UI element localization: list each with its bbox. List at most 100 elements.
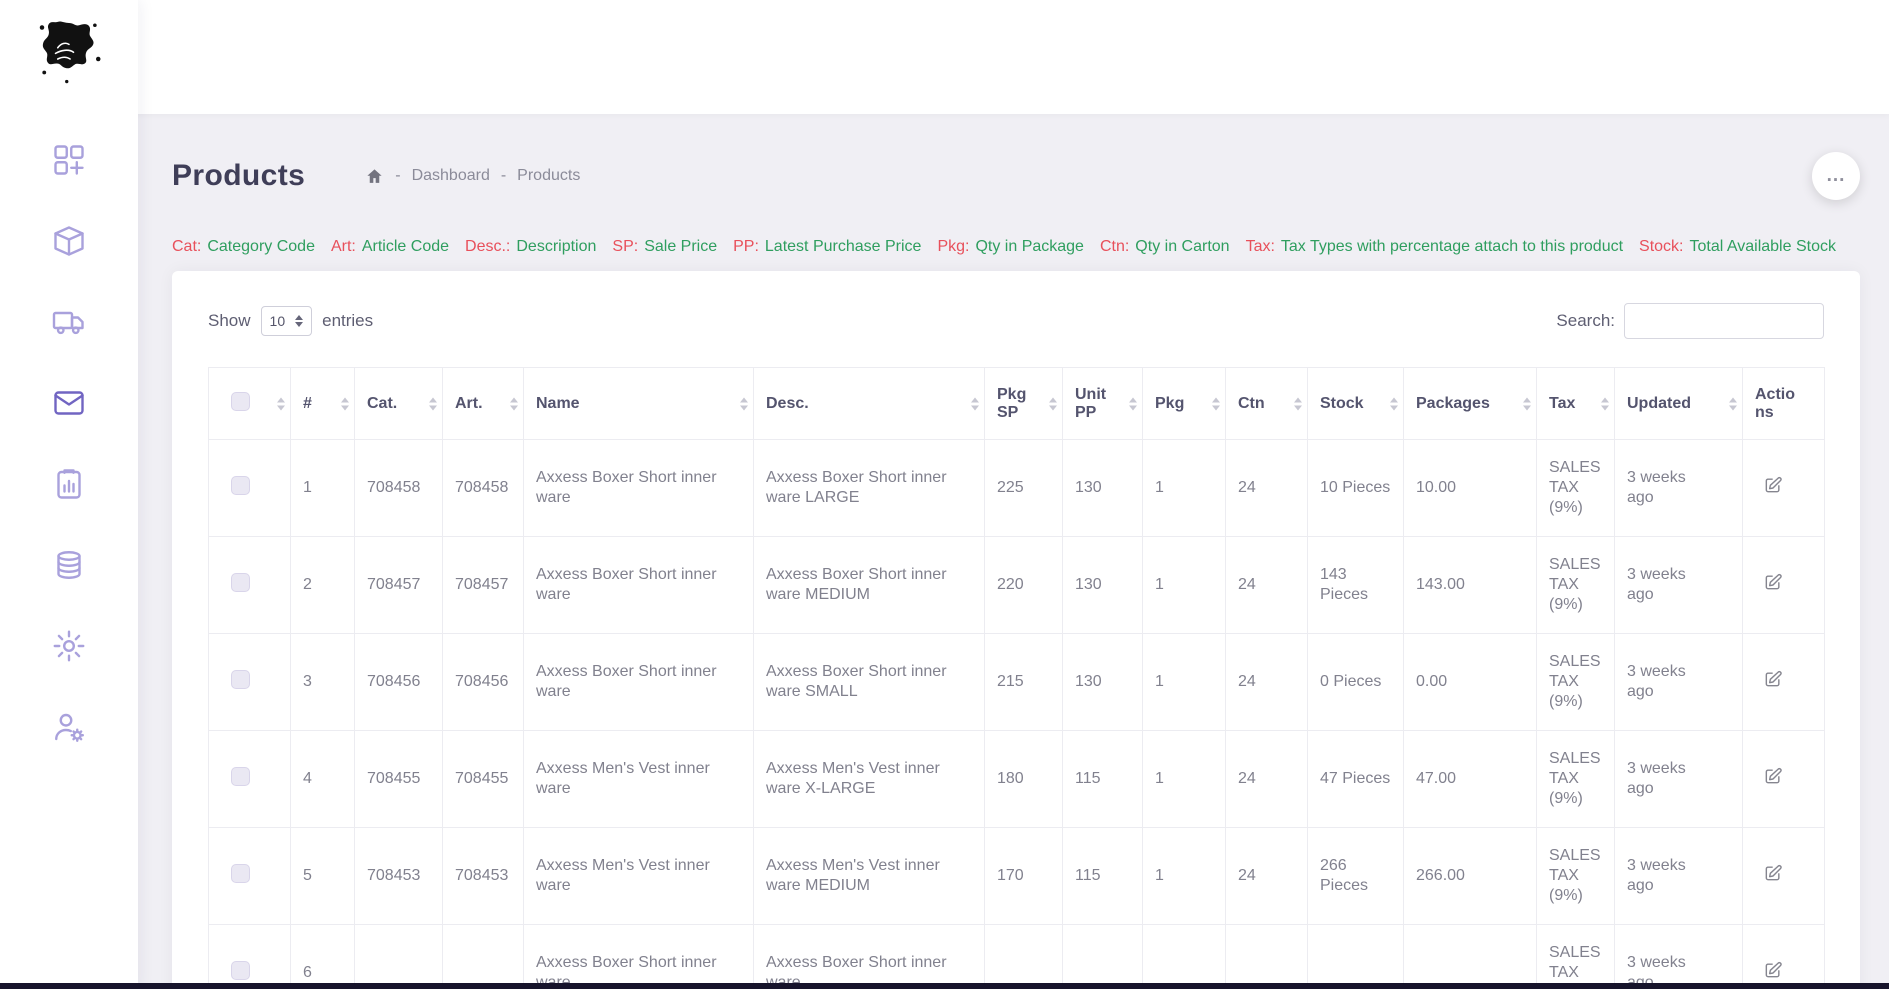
column-header-sel[interactable] [209,368,291,440]
cell-select [209,828,291,925]
column-header-label: Pkg SP [997,386,1026,421]
row-checkbox[interactable] [231,961,250,980]
column-header-label: Actions [1755,386,1795,421]
sidebar-item-user-admin[interactable] [45,703,93,751]
cell-article-code: 708456 [443,634,524,731]
row-checkbox[interactable] [231,670,250,689]
home-icon[interactable] [365,167,384,186]
sidebar-item-inbox[interactable] [45,379,93,427]
entries-control: Show 10 entries [208,306,373,336]
column-header-label: Pkg [1155,395,1184,412]
row-checkbox[interactable] [231,767,250,786]
column-header-unit_pp[interactable]: Unit PP [1063,368,1143,440]
column-header-desc[interactable]: Desc. [754,368,985,440]
edit-row-button[interactable] [1763,572,1783,592]
entries-select[interactable]: 10 [261,306,313,336]
legend-text: Sale Price [644,238,717,255]
breadcrumb-dashboard[interactable]: Dashboard [412,167,490,185]
column-header-stock[interactable]: Stock [1308,368,1404,440]
edit-row-button[interactable] [1763,669,1783,689]
cell-updated: 3 weeks ago [1615,731,1743,828]
column-header-packages[interactable]: Packages [1404,368,1537,440]
table-row: 6 Axxess Boxer Short inner ware Axxess B… [209,925,1825,989]
breadcrumb-products[interactable]: Products [517,167,580,185]
cell-number: 5 [291,828,355,925]
sidebar-item-dashboard[interactable] [45,136,93,184]
row-checkbox[interactable] [231,864,250,883]
cell-ctn: 24 [1226,731,1308,828]
cell-pkg: 1 [1143,537,1226,634]
column-header-art[interactable]: Art. [443,368,524,440]
legend-text: Total Available Stock [1690,238,1836,255]
cell-packages: 10.00 [1404,440,1537,537]
cell-stock: 266 Pieces [1308,828,1404,925]
cell-ctn: 24 [1226,537,1308,634]
cell-select [209,440,291,537]
entries-label: entries [322,311,373,331]
sort-icon [510,397,518,410]
cell-unit-pp: 115 [1063,731,1143,828]
sort-icon [1523,397,1531,410]
cell-actions [1743,634,1825,731]
edit-row-button[interactable] [1763,960,1783,980]
column-header-label: Unit PP [1075,386,1106,421]
column-header-tax[interactable]: Tax [1537,368,1615,440]
sort-icon [1212,397,1220,410]
edit-pencil-icon [1763,960,1783,980]
column-header-pkg[interactable]: Pkg [1143,368,1226,440]
cell-updated: 3 weeks ago [1615,828,1743,925]
legend-label: Art: [331,238,356,255]
cell-name: Axxess Boxer Short inner ware [524,634,754,731]
cell-name: Axxess Boxer Short inner ware [524,925,754,989]
legend-label: Cat: [172,238,201,255]
sort-icon [277,397,285,410]
cell-number: 6 [291,925,355,989]
topbar [0,0,1889,114]
sidebar-item-settings[interactable] [45,622,93,670]
column-header-ctn[interactable]: Ctn [1226,368,1308,440]
products-table-body: 1 708458 708458 Axxess Boxer Short inner… [209,440,1825,989]
sidebar-item-finance[interactable] [45,541,93,589]
cell-number: 2 [291,537,355,634]
sort-icon [1049,397,1057,410]
search-input[interactable] [1624,303,1824,339]
cell-tax: SALES TAX (9%) [1537,634,1615,731]
edit-row-button[interactable] [1763,863,1783,883]
column-header-label: Tax [1549,395,1575,412]
legend-text: Qty in Carton [1135,238,1229,255]
sidebar-item-products[interactable] [45,217,93,265]
cell-stock [1308,925,1404,989]
cell-actions [1743,731,1825,828]
app-logo[interactable] [33,14,105,86]
edit-row-button[interactable] [1763,766,1783,786]
column-header-updated[interactable]: Updated [1615,368,1743,440]
cell-description: Axxess Men's Vest inner ware X-LARGE [754,731,985,828]
row-checkbox[interactable] [231,573,250,592]
legend-text: Article Code [362,238,449,255]
cell-updated: 3 weeks ago [1615,634,1743,731]
row-checkbox[interactable] [231,476,250,495]
edit-row-button[interactable] [1763,475,1783,495]
cell-stock: 0 Pieces [1308,634,1404,731]
sidebar-item-delivery[interactable] [45,298,93,346]
cell-article-code: 708453 [443,828,524,925]
cell-packages: 47.00 [1404,731,1537,828]
grid-plus-icon [51,142,87,178]
clipboard-chart-icon [51,466,87,502]
sidebar-item-reports[interactable] [45,460,93,508]
legend: Cat:Category CodeArt:Article CodeDesc.:D… [172,234,1860,259]
column-header-name[interactable]: Name [524,368,754,440]
table-row: 5 708453 708453 Axxess Men's Vest inner … [209,828,1825,925]
more-options-button[interactable]: ... [1812,152,1860,200]
select-all-checkbox[interactable] [231,392,250,411]
cell-article-code [443,925,524,989]
legend-text: Category Code [207,238,315,255]
ink-splat-logo-icon [33,14,105,86]
breadcrumb-separator: - [501,167,506,185]
cell-pkg-sp: 220 [985,537,1063,634]
column-header-number[interactable]: # [291,368,355,440]
cell-pkg: 1 [1143,731,1226,828]
column-header-cat[interactable]: Cat. [355,368,443,440]
column-header-pkg_sp[interactable]: Pkg SP [985,368,1063,440]
cell-article-code: 708457 [443,537,524,634]
